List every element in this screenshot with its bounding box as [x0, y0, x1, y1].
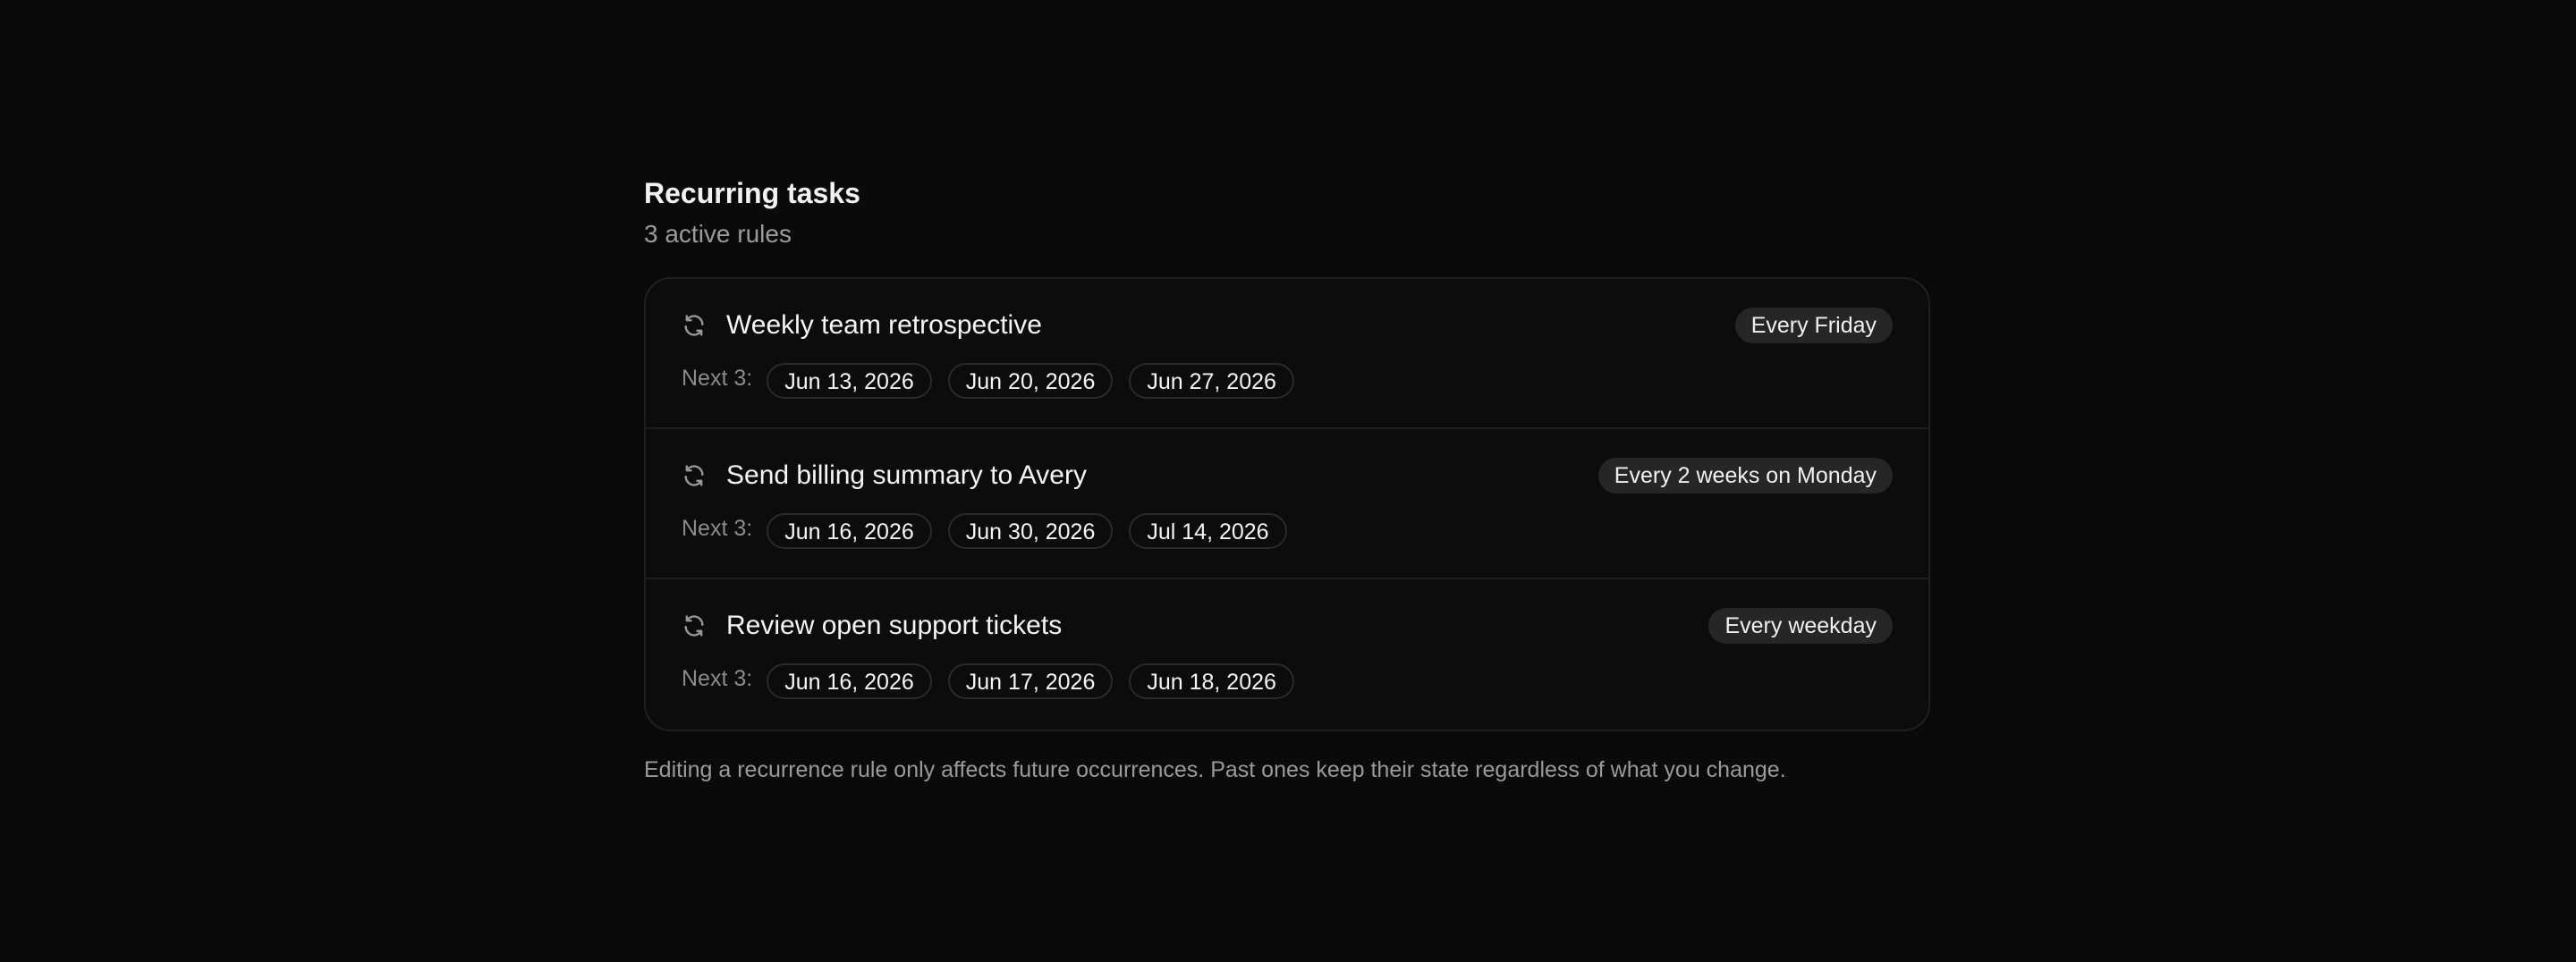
page-title: Recurring tasks	[644, 177, 860, 209]
rule-row[interactable]: Send billing summary to Avery Every 2 we…	[646, 429, 1928, 579]
rule-name[interactable]: Review open support tickets	[726, 608, 1062, 644]
date-chip: Jul 14, 2026	[1129, 513, 1287, 549]
schedule-badge: Every Friday	[1734, 308, 1893, 343]
next-occurrences: Next 3: Jun 16, 2026 Jun 17, 2026 Jun 18…	[682, 663, 1893, 699]
date-chip: Jun 17, 2026	[947, 663, 1114, 699]
next-label: Next 3:	[682, 365, 753, 391]
recurring-tasks-page: Recurring tasks 3 active rules Weekly te…	[644, 175, 1930, 785]
date-chip: Jun 16, 2026	[767, 663, 932, 699]
rule-name[interactable]: Send billing summary to Avery	[726, 458, 1087, 494]
recurrence-icon	[682, 313, 707, 338]
date-chip: Jun 27, 2026	[1129, 363, 1294, 399]
recurring-rules-list: Weekly team retrospective Every Friday N…	[644, 277, 1930, 731]
active-rules-count: 3 active rules	[644, 220, 792, 248]
date-chip: Jun 13, 2026	[767, 363, 932, 399]
next-label: Next 3:	[682, 515, 753, 541]
schedule-badge: Every weekday	[1708, 608, 1893, 644]
recurrence-help-text: Editing a recurrence rule only affects f…	[644, 757, 1786, 782]
next-occurrences: Next 3: Jun 16, 2026 Jun 30, 2026 Jul 14…	[682, 513, 1893, 549]
next-label: Next 3:	[682, 665, 753, 691]
date-chip: Jun 16, 2026	[767, 513, 932, 549]
date-chip: Jun 20, 2026	[947, 363, 1114, 399]
schedule-badge: Every 2 weeks on Monday	[1597, 458, 1893, 494]
recurrence-icon	[682, 463, 707, 488]
rule-row[interactable]: Weekly team retrospective Every Friday N…	[646, 279, 1928, 429]
rule-name[interactable]: Weekly team retrospective	[726, 308, 1042, 343]
recurrence-icon	[682, 613, 707, 638]
date-chip: Jun 30, 2026	[947, 513, 1114, 549]
date-chip: Jun 18, 2026	[1129, 663, 1294, 699]
rule-row[interactable]: Review open support tickets Every weekda…	[646, 579, 1928, 730]
next-occurrences: Next 3: Jun 13, 2026 Jun 20, 2026 Jun 27…	[682, 363, 1893, 399]
